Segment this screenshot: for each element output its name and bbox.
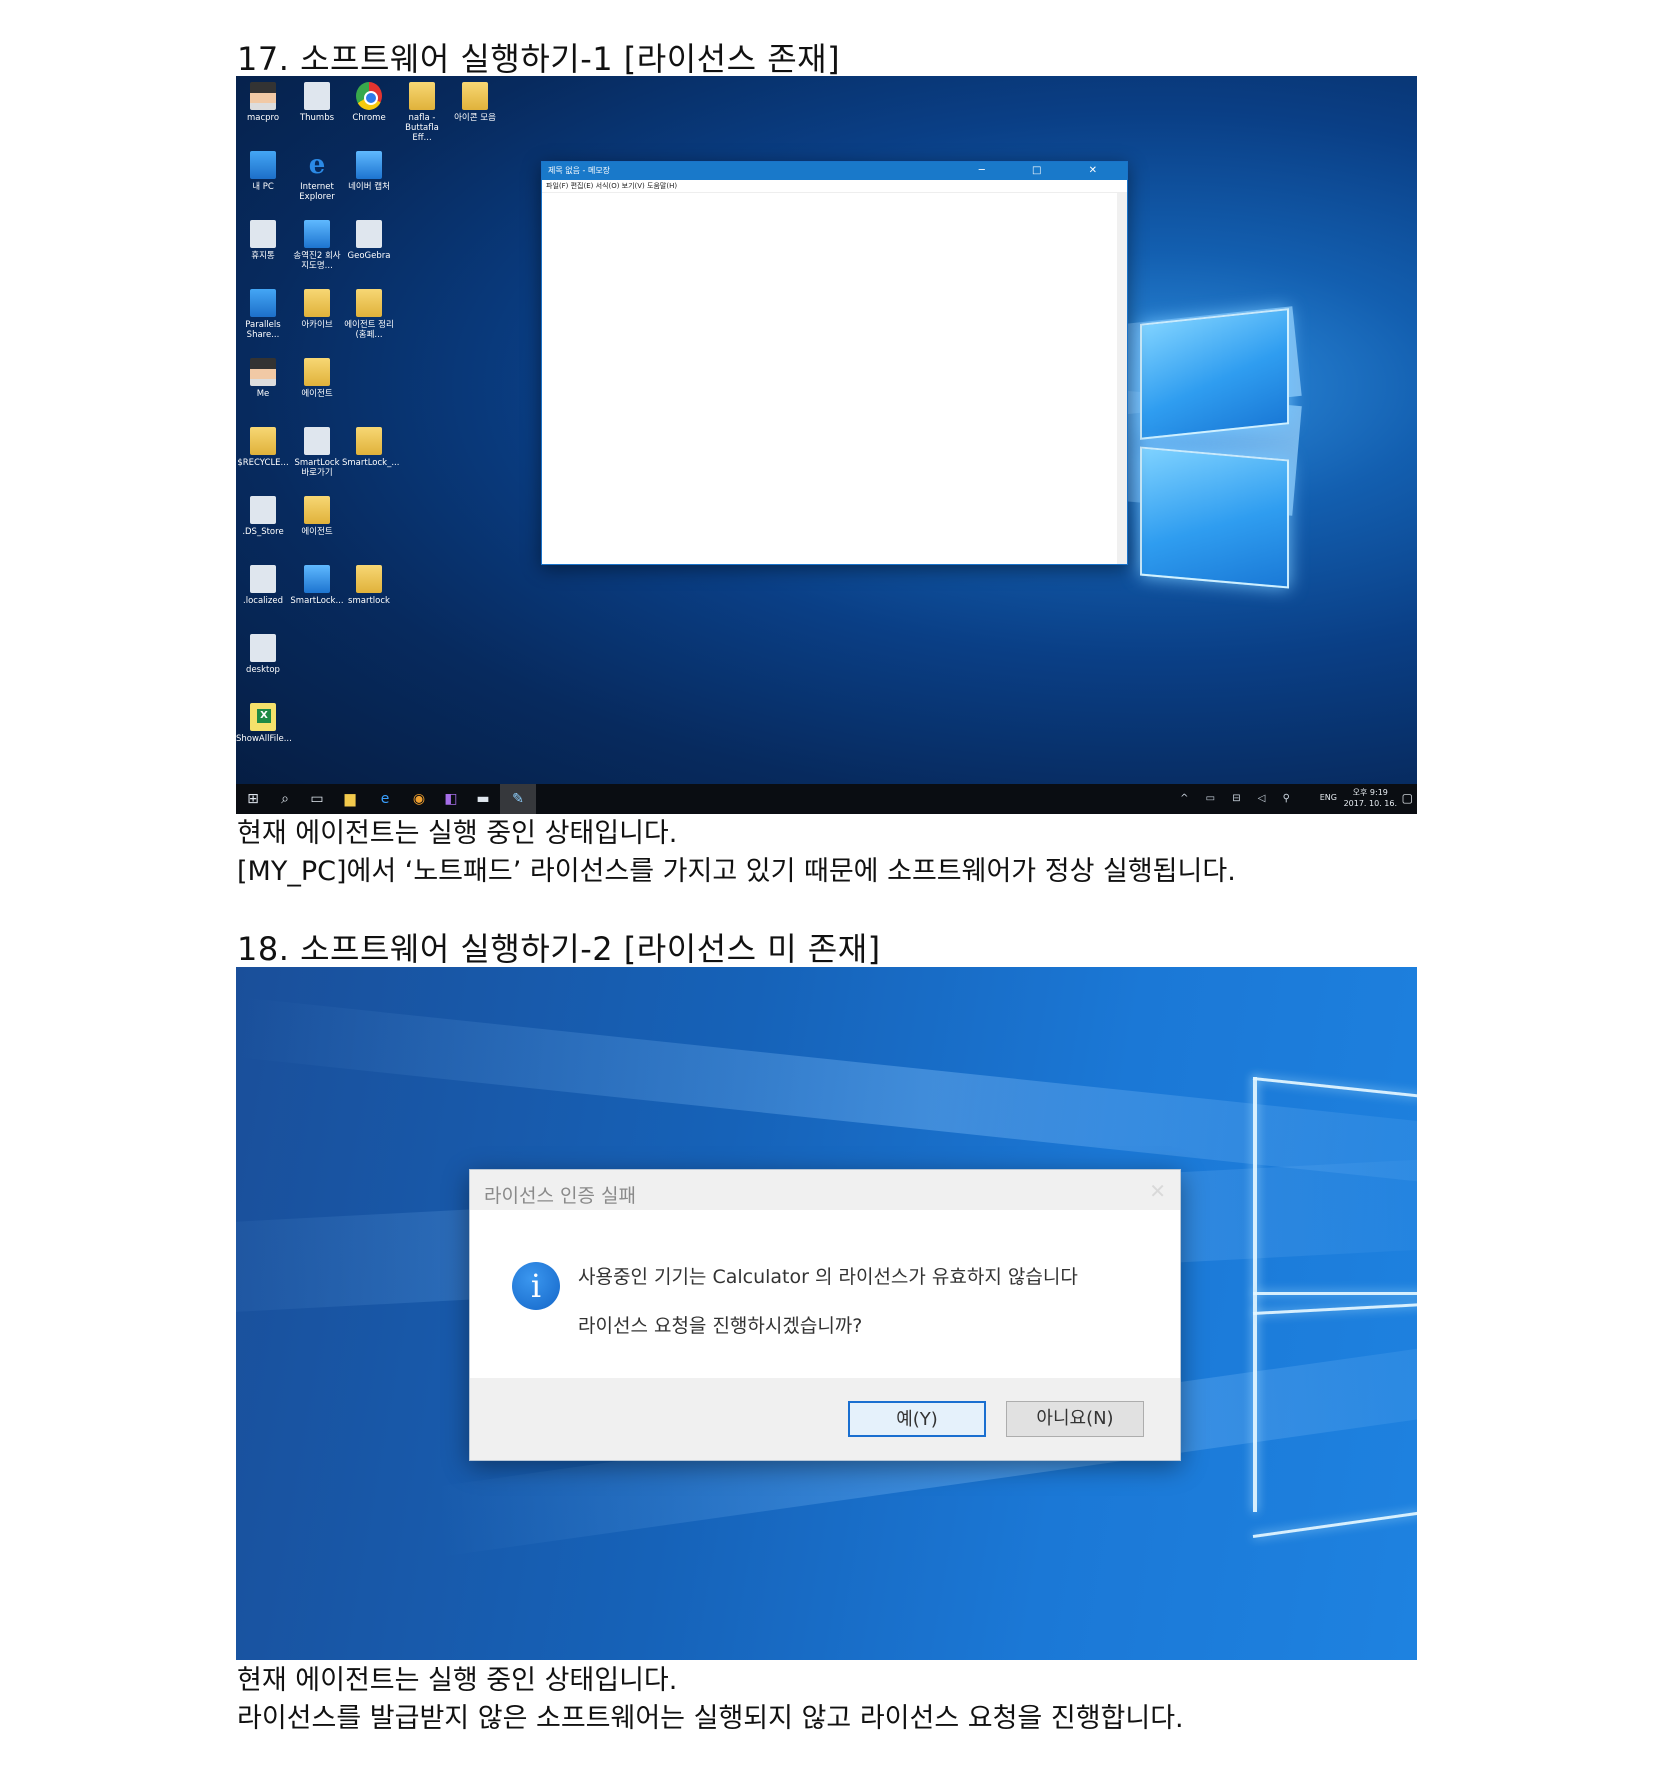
section1-caption-1: 현재 에이전트는 실행 중인 상태입니다.: [237, 818, 678, 849]
desktop-icon[interactable]: nafla - Buttafla Eff...: [395, 82, 449, 143]
desktop-icon[interactable]: 에이전트: [290, 358, 344, 399]
folder-icon: [356, 427, 382, 455]
section2-heading: 18. 소프트웨어 실행하기-2 [라이선스 미 존재]: [237, 930, 881, 968]
file-icon: [304, 82, 330, 110]
section2-caption-2: 라이선스를 발급받지 않은 소프트웨어는 실행되지 않고 라이선스 요청을 진행…: [237, 1703, 1184, 1734]
notification-icon[interactable]: ▢: [1402, 791, 1413, 805]
notepad-scrollbar[interactable]: [1117, 193, 1127, 564]
shortcut-icon: [304, 427, 330, 455]
chrome-icon: [356, 82, 382, 110]
folder-icon: [409, 82, 435, 110]
desktop-icon[interactable]: 에이전트: [290, 496, 344, 537]
desktop-icon[interactable]: Parallels Share...: [236, 289, 290, 340]
desktop-icon[interactable]: .DS_Store: [236, 496, 290, 537]
person-icon: [250, 358, 276, 386]
desktop-icon[interactable]: 에이전트 정리(홈페...: [342, 289, 396, 340]
notepad-window[interactable]: 제목 없음 - 메모장 ─ □ ✕ 파일(F) 편집(E) 서식(O) 보기(V…: [541, 161, 1128, 565]
dialog-title: 라이선스 인증 실패: [484, 1185, 636, 1207]
screenshot-license-dialog: 라이선스 인증 실패 ✕ i 사용중인 기기는 Calculator 의 라이선…: [236, 967, 1417, 1660]
desktop-icon[interactable]: desktop: [236, 634, 290, 675]
desktop-icon[interactable]: ShowAllFile...: [236, 703, 292, 744]
desktop-icon[interactable]: 내 PC: [236, 151, 290, 192]
desktop-icon[interactable]: Thumbs: [290, 82, 344, 123]
folder-icon: [462, 82, 488, 110]
screenshot-desktop-notepad: macpro Thumbs Chrome nafla - Buttafla Ef…: [236, 76, 1417, 814]
notepad-taskbar-icon[interactable]: ✎: [500, 784, 536, 814]
info-icon: i: [512, 1262, 560, 1310]
folder-icon: [304, 358, 330, 386]
capture-icon: [356, 151, 382, 179]
desktop-icon[interactable]: 네이버 캡처: [342, 151, 396, 192]
ie-icon: e: [308, 150, 326, 180]
folder-icon: [304, 496, 330, 524]
desktop-icon[interactable]: $RECYCLE...: [236, 427, 290, 468]
edge-icon[interactable]: e: [376, 790, 394, 808]
folder-icon: [250, 427, 276, 455]
desktop-icon[interactable]: 송역진2 회사지도명...: [290, 220, 344, 271]
recycle-bin-icon: [250, 220, 276, 248]
desktop-icon[interactable]: macpro: [236, 82, 290, 123]
section1-heading: 17. 소프트웨어 실행하기-1 [라이선스 존재]: [237, 40, 841, 78]
windows-logo-edge: [1252, 1511, 1417, 1538]
windows-logo-pane: [1140, 446, 1289, 589]
desktop-icon[interactable]: .localized: [236, 565, 290, 606]
clock[interactable]: 오후 9:19 2017. 10. 16.: [1344, 787, 1397, 809]
desktop-icon[interactable]: e Internet Explorer: [290, 151, 344, 202]
section2-caption-1: 현재 에이전트는 실행 중인 상태입니다.: [237, 1665, 678, 1696]
window-icon[interactable]: ▬: [474, 790, 492, 808]
desktop-icon[interactable]: Chrome: [342, 82, 396, 123]
task-view-icon[interactable]: ▭: [308, 790, 326, 808]
notepad-titlebar[interactable]: 제목 없음 - 메모장 ─ □ ✕: [542, 162, 1127, 180]
no-button[interactable]: 아니요(N): [1006, 1401, 1144, 1437]
window-controls[interactable]: ─ □ ✕: [979, 162, 1119, 180]
clock-time: 오후 9:19: [1352, 788, 1388, 797]
desktop-icon[interactable]: 아이콘 모음: [448, 82, 502, 123]
geogebra-icon: [356, 220, 382, 248]
notepad-title: 제목 없음 - 메모장: [548, 166, 611, 175]
folder-icon: [304, 289, 330, 317]
folder-icon: [356, 565, 382, 593]
folder-icon: [356, 289, 382, 317]
chrome-taskbar-icon[interactable]: ◉: [410, 790, 428, 808]
computer-icon: [250, 289, 276, 317]
visual-studio-icon[interactable]: ◧: [442, 790, 460, 808]
excel-icon: [250, 703, 276, 731]
person-folder-icon: [250, 82, 276, 110]
computer-icon: [250, 151, 276, 179]
file-icon: [304, 220, 330, 248]
dialog-message-2: 라이선스 요청을 진행하시겠습니까?: [578, 1315, 863, 1337]
desktop-icon[interactable]: SmartLock_...: [342, 427, 399, 468]
license-failure-dialog[interactable]: 라이선스 인증 실패 ✕ i 사용중인 기기는 Calculator 의 라이선…: [469, 1169, 1181, 1461]
language-indicator[interactable]: ENG: [1320, 793, 1337, 802]
file-icon: [250, 496, 276, 524]
file-icon: [250, 634, 276, 662]
file-explorer-icon[interactable]: ▆: [341, 790, 359, 808]
dialog-message-1: 사용중인 기기는 Calculator 의 라이선스가 유효하지 않습니다: [578, 1266, 1078, 1288]
windows-logo-edge: [1252, 1077, 1417, 1098]
windows-logo-edge: [1252, 1303, 1417, 1315]
desktop-icon[interactable]: 아카이브: [290, 289, 344, 330]
desktop-icon[interactable]: GeoGebra: [342, 220, 396, 261]
dialog-body: i 사용중인 기기는 Calculator 의 라이선스가 유효하지 않습니다 …: [470, 1210, 1180, 1378]
clock-date: 2017. 10. 16.: [1343, 799, 1397, 808]
search-icon[interactable]: ⌕: [276, 790, 294, 808]
tray-icons[interactable]: ^ ▭ ⊟ ◁ ⚲: [1180, 793, 1297, 804]
notepad-menubar[interactable]: 파일(F) 편집(E) 서식(O) 보기(V) 도움말(H): [542, 180, 1127, 193]
start-icon[interactable]: ⊞: [244, 790, 262, 808]
yes-button[interactable]: 예(Y): [848, 1401, 986, 1437]
app-icon: [304, 565, 330, 593]
desktop-icon[interactable]: Me: [236, 358, 290, 399]
desktop-icon[interactable]: 휴지통: [236, 220, 290, 261]
file-icon: [250, 565, 276, 593]
windows-logo-edge: [1253, 1292, 1417, 1295]
section1-caption-2: [MY_PC]에서 ‘노트패드’ 라이선스를 가지고 있기 때문에 소프트웨어가…: [237, 856, 1236, 887]
windows-logo-pane: [1140, 308, 1289, 440]
taskbar: ⊞ ⌕ ▭ ▆ e ◉ ◧ ▬ ✎ ^ ▭ ⊟ ◁ ⚲ ENG 오후 9:19 …: [236, 784, 1417, 814]
desktop-icon[interactable]: smartlock: [342, 565, 396, 606]
close-icon[interactable]: ✕: [1149, 1179, 1166, 1203]
desktop-icon[interactable]: SmartLock 바로가기: [290, 427, 344, 478]
desktop-icon[interactable]: SmartLock...: [290, 565, 344, 606]
